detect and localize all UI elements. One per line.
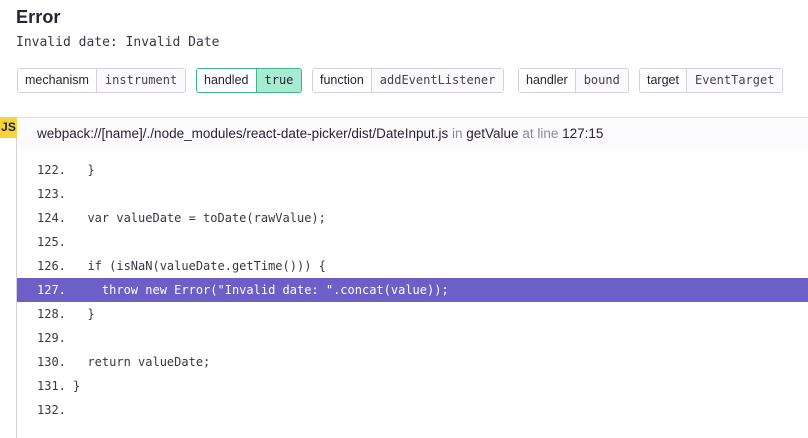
tag-key: target [640,69,687,92]
frame-header[interactable]: webpack://[name]/./node_modules/react-da… [17,118,808,150]
line-number: 130. [37,355,66,369]
tag-handler[interactable]: handler bound [518,68,629,93]
line-code: } [73,307,95,321]
error-title: Error [16,7,61,27]
code-line: 128. } [17,302,808,326]
code-line: 124. var valueDate = toDate(rawValue); [17,206,808,230]
line-number: 122. [37,163,66,177]
platform-badge: JS [0,117,17,138]
line-code: } [73,379,81,393]
tag-key: handled [197,69,257,92]
line-number: 126. [37,259,66,273]
code-line: 123. [17,182,808,206]
line-number: 131. [37,379,66,393]
tag-mechanism[interactable]: mechanism instrument [17,68,187,93]
line-number: 132. [37,403,66,417]
code-line: 131.} [17,374,808,398]
line-number: 125. [37,235,66,249]
tag-value: addEventListener [371,69,504,92]
tag-key: function [313,69,372,92]
frame-function: getValue [466,126,519,141]
frame-location: 127:15 [562,126,604,141]
line-code: var valueDate = toDate(rawValue); [73,211,326,225]
code-line: 126. if (isNaN(valueDate.getTime())) { [17,254,808,278]
line-code: return valueDate; [73,355,211,369]
code-line: 129. [17,326,808,350]
frame-in-label: in [451,126,463,141]
tag-function[interactable]: function addEventListener [312,68,505,93]
line-number: 129. [37,331,66,345]
line-number: 127. [37,283,66,297]
line-code: } [73,163,95,177]
tag-key: mechanism [18,69,97,92]
tag-value: instrument [96,69,186,92]
tag-value: bound [575,69,628,92]
tag-key: handler [519,69,576,92]
code-context: 122. } 123. 124. var valueDate = toDate(… [17,158,808,422]
line-number: 128. [37,307,66,321]
line-code: throw new Error("Invalid date: ".concat(… [73,283,449,297]
code-line-active: 127. throw new Error("Invalid date: ".co… [17,278,808,302]
line-number: 124. [37,211,66,225]
tag-value: EventTarget [686,69,783,92]
tag-handled[interactable]: handled true [196,68,303,93]
code-line: 125. [17,230,808,254]
code-line: 130. return valueDate; [17,350,808,374]
code-line: 122. } [17,158,808,182]
line-code: if (isNaN(valueDate.getTime())) { [73,259,326,273]
tag-value: true [256,69,302,92]
frame-filename: webpack://[name]/./node_modules/react-da… [37,126,449,141]
line-number: 123. [37,187,66,201]
frame-at-line-label: at line [522,126,559,141]
tag-target[interactable]: target EventTarget [639,68,784,93]
error-message: Invalid date: Invalid Date [16,35,220,50]
code-line: 132. [17,398,808,422]
